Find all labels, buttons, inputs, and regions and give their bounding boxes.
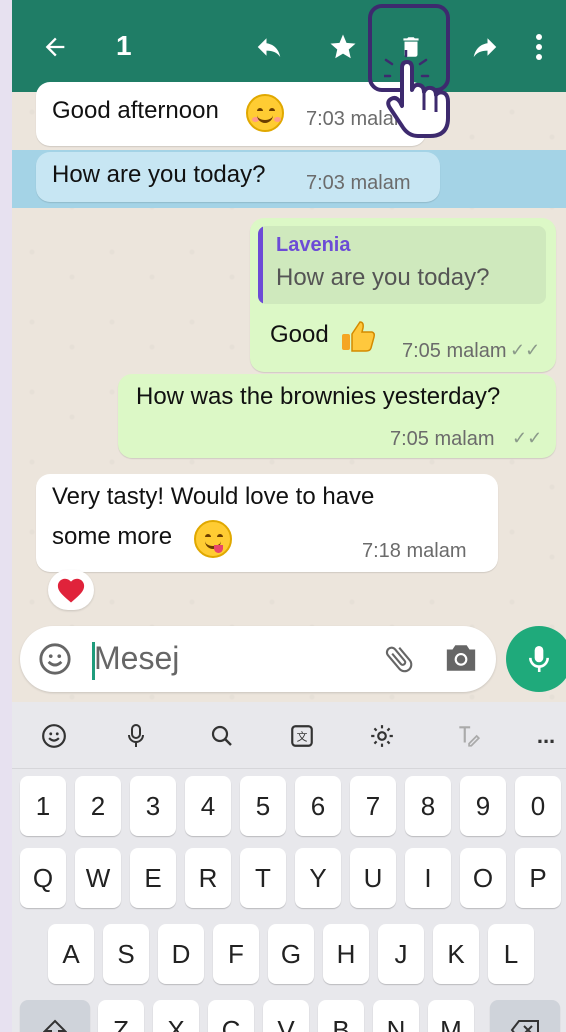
- shift-key[interactable]: [20, 1000, 90, 1032]
- read-ticks-icon: ✓✓: [510, 340, 541, 360]
- back-arrow-icon[interactable]: [30, 22, 80, 72]
- svg-text:文: 文: [297, 729, 308, 743]
- keyboard-more-icon[interactable]: ...: [526, 716, 566, 756]
- reply-icon[interactable]: [244, 22, 294, 72]
- quoted-text: How are you today?: [276, 264, 490, 291]
- quoted-sender: Lavenia: [276, 234, 351, 256]
- message-bubble-outgoing[interactable]: How was the brownies yesterday? 7:05 mal…: [118, 374, 556, 458]
- key-x[interactable]: X: [153, 1000, 199, 1032]
- message-text-line1: Very tasty! Would love to have: [52, 483, 375, 510]
- key-l[interactable]: L: [488, 924, 534, 984]
- key-b[interactable]: B: [318, 1000, 364, 1032]
- message-text: Good afternoon: [52, 97, 219, 124]
- key-d[interactable]: D: [158, 924, 204, 984]
- message-text: Good: [270, 321, 329, 348]
- key-7[interactable]: 7: [350, 776, 396, 836]
- message-time: 7:18 malam: [362, 540, 467, 562]
- keyboard-handwriting-icon[interactable]: [448, 716, 488, 756]
- key-p[interactable]: P: [515, 848, 561, 908]
- emoji-icon[interactable]: [38, 642, 72, 681]
- keyboard-emoji-icon[interactable]: [34, 716, 74, 756]
- key-i[interactable]: I: [405, 848, 451, 908]
- key-n[interactable]: N: [373, 1000, 419, 1032]
- key-0[interactable]: 0: [515, 776, 561, 836]
- message-text: How was the brownies yesterday?: [136, 383, 501, 410]
- key-z[interactable]: Z: [98, 1000, 144, 1032]
- backspace-icon: [510, 1020, 539, 1032]
- key-q[interactable]: Q: [20, 848, 66, 908]
- key-5[interactable]: 5: [240, 776, 286, 836]
- message-bubble-incoming[interactable]: Very tasty! Would love to have some more…: [36, 474, 498, 572]
- key-4[interactable]: 4: [185, 776, 231, 836]
- message-text-line2: some more: [52, 523, 173, 550]
- key-8[interactable]: 8: [405, 776, 451, 836]
- key-o[interactable]: O: [460, 848, 506, 908]
- forward-icon[interactable]: [460, 22, 510, 72]
- shift-icon: [43, 1019, 67, 1032]
- key-j[interactable]: J: [378, 924, 424, 984]
- message-bubble-incoming-selected[interactable]: How are you today? 7:03 malam: [36, 152, 440, 202]
- star-icon[interactable]: [318, 22, 368, 72]
- key-t[interactable]: T: [240, 848, 286, 908]
- key-e[interactable]: E: [130, 848, 176, 908]
- yum-emoji-icon: [194, 520, 232, 558]
- message-text: How are you today?: [52, 161, 266, 188]
- key-a[interactable]: A: [48, 924, 94, 984]
- key-c[interactable]: C: [208, 1000, 254, 1032]
- message-input[interactable]: Mesej: [20, 626, 496, 692]
- heart-icon: [57, 578, 85, 603]
- keyboard-settings-icon[interactable]: [362, 716, 402, 756]
- key-y[interactable]: Y: [295, 848, 341, 908]
- message-bubble-outgoing[interactable]: Lavenia How are you today? Good 7:05 mal…: [250, 218, 556, 372]
- keyboard-translate-icon[interactable]: 文: [282, 716, 322, 756]
- selected-count: 1: [116, 30, 132, 61]
- key-6[interactable]: 6: [295, 776, 341, 836]
- key-g[interactable]: G: [268, 924, 314, 984]
- input-placeholder: Mesej: [94, 640, 180, 676]
- key-v[interactable]: V: [263, 1000, 309, 1032]
- microphone-icon: [529, 646, 549, 672]
- key-9[interactable]: 9: [460, 776, 506, 836]
- pointing-hand-cursor-icon: [382, 48, 464, 145]
- keyboard-search-icon[interactable]: [202, 716, 242, 756]
- voice-record-button[interactable]: [506, 626, 566, 692]
- read-ticks-icon: ✓✓: [512, 428, 543, 448]
- message-time: 7:05 malam: [390, 428, 495, 450]
- camera-icon[interactable]: [444, 642, 478, 679]
- smile-emoji-icon: [246, 94, 284, 132]
- key-f[interactable]: F: [213, 924, 259, 984]
- chat-area[interactable]: Good afternoon 7:03 malam How are you to…: [12, 82, 566, 702]
- key-w[interactable]: W: [75, 848, 121, 908]
- key-m[interactable]: M: [428, 1000, 474, 1032]
- key-k[interactable]: K: [433, 924, 479, 984]
- message-time: 7:05 malam: [402, 340, 507, 362]
- key-r[interactable]: R: [185, 848, 231, 908]
- selection-action-bar: 1: [12, 0, 566, 92]
- thumbs-up-emoji-icon: [340, 318, 376, 359]
- key-h[interactable]: H: [323, 924, 369, 984]
- message-bubble-incoming[interactable]: Good afternoon 7:03 malam: [36, 82, 426, 146]
- phone-screen: 1 Good afternoon 7:03 malam How are you …: [12, 0, 566, 1032]
- backspace-key[interactable]: [490, 1000, 560, 1032]
- message-time: 7:03 malam: [306, 172, 411, 194]
- keyboard-mic-icon[interactable]: [116, 716, 156, 756]
- more-vert-icon[interactable]: [522, 22, 556, 72]
- attach-icon[interactable]: [382, 642, 416, 681]
- onscreen-keyboard: 文 ... 1 2 3 4 5 6 7 8 9 0 Q W E R T Y U …: [12, 702, 566, 1032]
- key-u[interactable]: U: [350, 848, 396, 908]
- key-2[interactable]: 2: [75, 776, 121, 836]
- quoted-message[interactable]: Lavenia How are you today?: [258, 226, 546, 304]
- key-s[interactable]: S: [103, 924, 149, 984]
- key-3[interactable]: 3: [130, 776, 176, 836]
- reaction-heart[interactable]: [48, 570, 94, 610]
- key-1[interactable]: 1: [20, 776, 66, 836]
